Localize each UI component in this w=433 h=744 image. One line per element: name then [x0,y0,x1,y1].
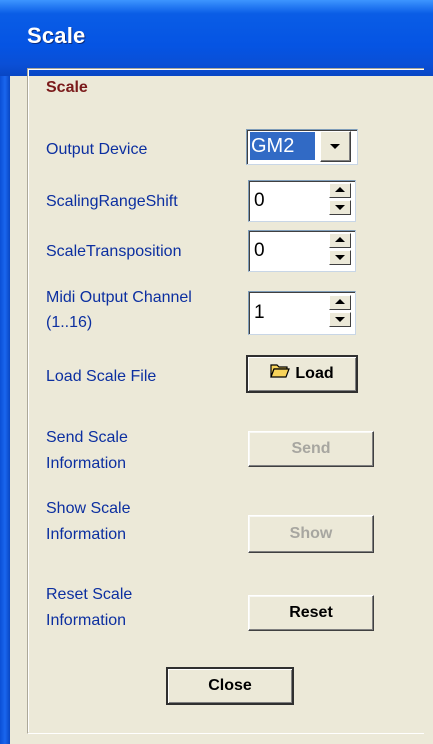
scaling-range-shift-spinner[interactable] [329,183,351,217]
arrow-down-icon [335,205,345,210]
folder-open-icon [270,357,291,391]
arrow-up-icon [335,187,345,192]
spin-down-button[interactable] [329,200,351,215]
arrow-up-icon [335,299,345,304]
scale-window: Scale Scale Output Device GM2 ScalingRan… [0,0,433,744]
title-bar[interactable]: Scale [0,0,433,76]
scaling-range-shift-field[interactable]: 0 [248,180,356,222]
scale-group-box-highlight [28,69,424,732]
close-button-label: Close [208,677,252,694]
reset-scale-information-label: Information [46,612,127,629]
show-scale-label: Show Scale [46,500,131,517]
load-button-label: Load [295,365,334,383]
show-button[interactable]: Show [248,515,374,553]
send-scale-information-label: Information [46,455,127,472]
window-frame-left [0,76,10,744]
scale-transposition-value: 0 [254,240,265,261]
scale-transposition-label: ScaleTransposition [46,243,182,260]
output-device-dropdown-button[interactable] [320,131,351,162]
show-scale-information-label: Information [46,526,127,543]
send-button-label: Send [291,440,331,457]
arrow-down-icon [335,317,345,322]
group-title: Scale [46,79,88,96]
arrow-up-icon [335,237,345,242]
output-device-label: Output Device [46,141,148,158]
spin-down-button[interactable] [329,250,351,265]
scale-transposition-spinner[interactable] [329,233,351,267]
spin-up-button[interactable] [329,183,351,198]
output-device-combobox[interactable]: GM2 [246,129,358,165]
reset-button[interactable]: Reset [248,595,374,631]
midi-output-channel-range-label: (1..16) [46,314,93,331]
scaling-range-shift-label: ScalingRangeShift [46,193,178,210]
output-device-value: GM2 [250,132,315,160]
scaling-range-shift-value: 0 [254,190,265,211]
midi-output-channel-value: 1 [254,302,265,323]
arrow-down-icon [335,255,345,260]
show-button-label: Show [289,525,333,542]
send-scale-label: Send Scale [46,429,128,446]
scale-transposition-field[interactable]: 0 [248,230,356,272]
spin-up-button[interactable] [329,233,351,248]
chevron-down-icon [330,144,340,149]
reset-scale-label: Reset Scale [46,586,133,603]
spin-up-button[interactable] [329,295,351,310]
load-scale-file-label: Load Scale File [46,368,157,385]
reset-button-label: Reset [289,604,333,621]
close-button[interactable]: Close [166,667,294,705]
spin-down-button[interactable] [329,312,351,327]
midi-output-channel-field[interactable]: 1 [248,291,356,335]
midi-output-channel-spinner[interactable] [329,295,351,329]
send-button[interactable]: Send [248,431,374,467]
midi-output-channel-label: Midi Output Channel [46,289,192,306]
window-title: Scale [27,23,86,48]
load-button[interactable]: Load [246,355,358,393]
